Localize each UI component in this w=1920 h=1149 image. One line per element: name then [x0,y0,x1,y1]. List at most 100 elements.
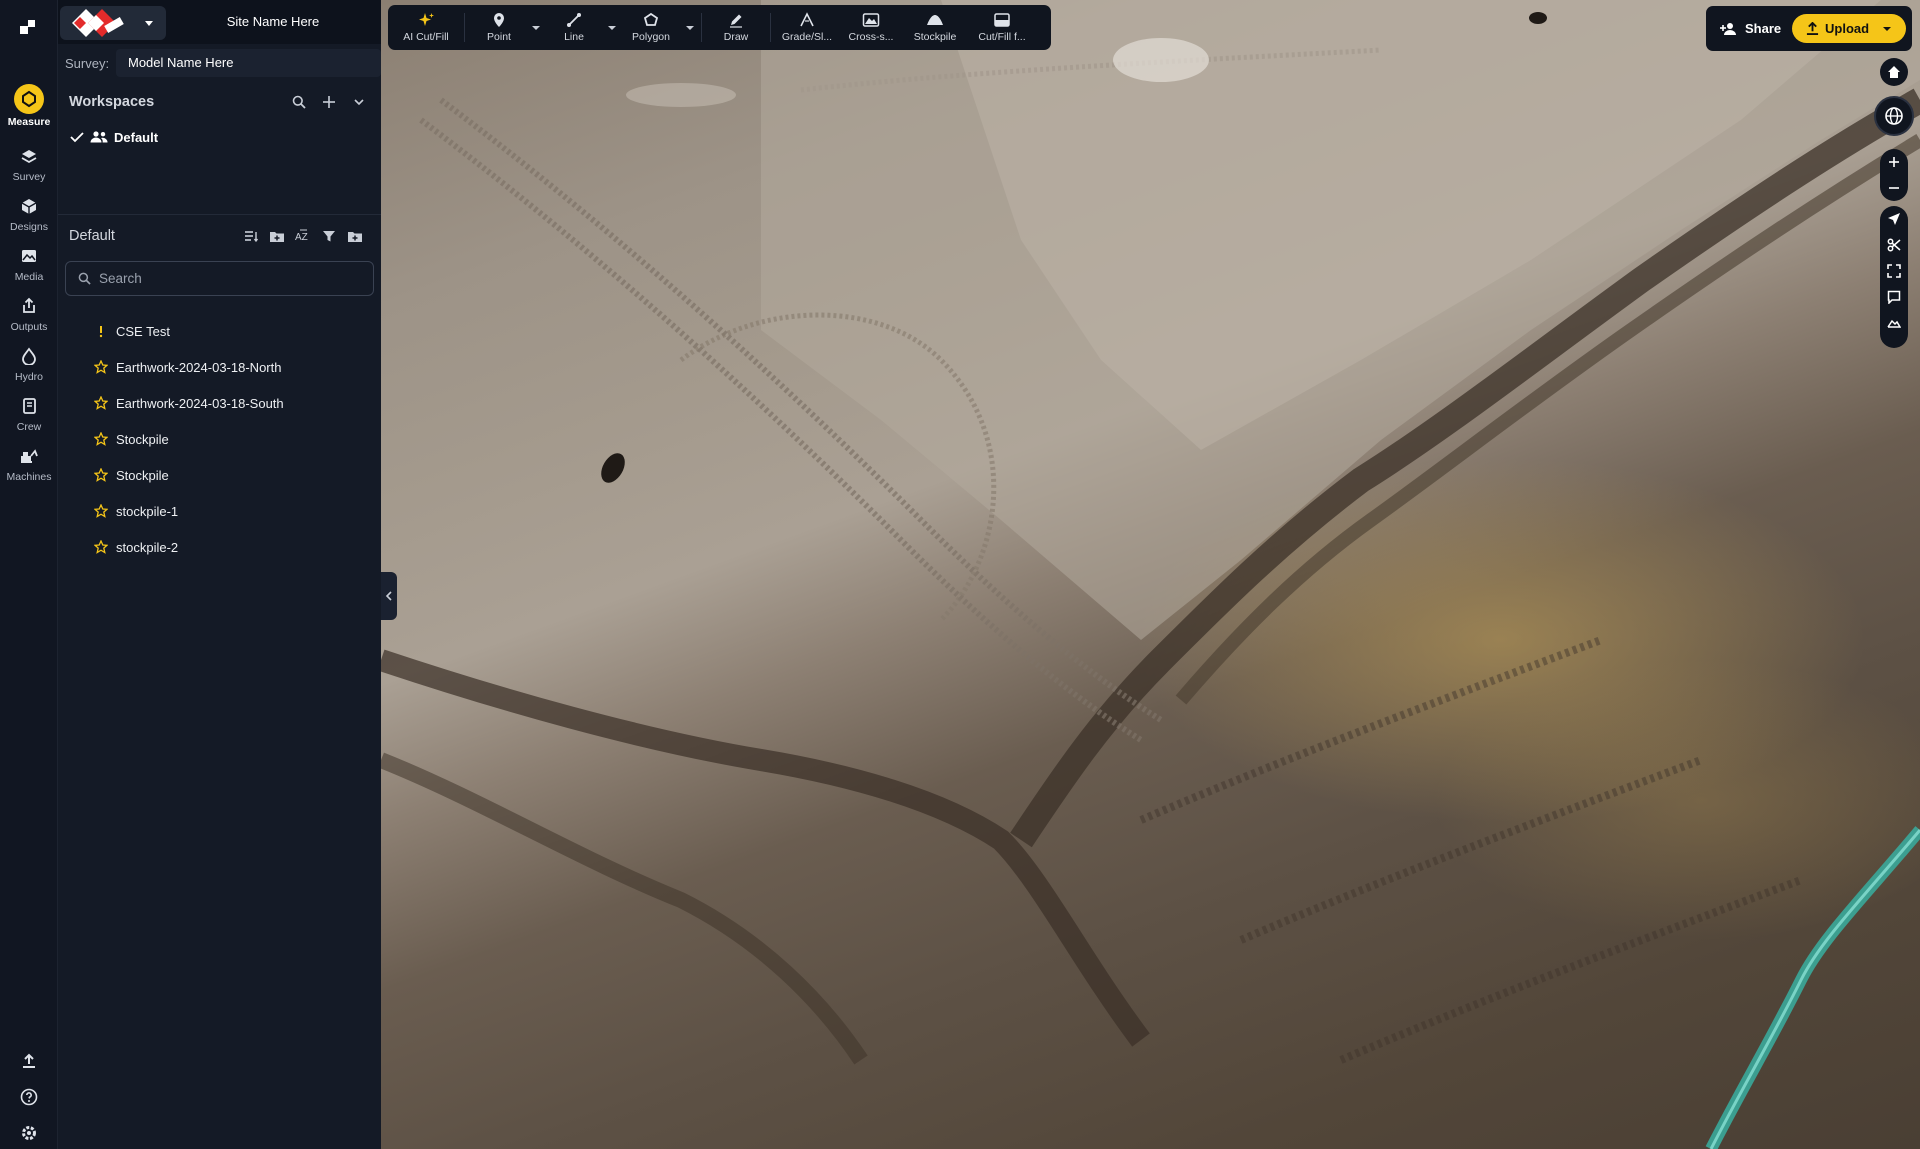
export-icon [17,294,41,318]
fullscreen-button[interactable] [1880,258,1908,284]
tool-draw[interactable]: Draw [706,5,766,50]
tool-cut-fill[interactable]: Cut/Fill f... [967,5,1037,50]
tool-ai-cut-fill[interactable]: AI Cut/Fill [392,5,460,50]
workspaces-header: Workspaces [58,92,381,116]
tool-cross-section[interactable]: Cross-s... [839,5,903,50]
star-icon [94,360,108,374]
rail-label: Outputs [10,321,48,333]
share-button[interactable]: Share [1720,21,1781,36]
upload-button[interactable]: Upload [1792,14,1906,43]
upload-icon [23,1053,35,1068]
layer-item[interactable]: stockpile-2 [58,529,381,565]
rail-item-media[interactable]: Media [0,244,58,290]
star-icon [94,504,108,518]
tool-label: Cut/Fill f... [978,31,1026,43]
check-icon [70,132,84,143]
star-icon [94,432,108,446]
rail-item-hydro[interactable]: Hydro [0,344,58,390]
layer-item-label: CSE Test [116,323,170,339]
comments-button[interactable] [1880,284,1908,310]
sort-alpha-button[interactable]: AZ [295,228,311,244]
polygon-options-dropdown[interactable] [683,5,697,50]
tool-label: AI Cut/Fill [403,31,449,43]
home-view-button[interactable] [1880,58,1908,86]
help-button[interactable] [0,1083,58,1111]
layer-item[interactable]: Earthwork-2024-03-18-North [58,349,381,385]
share-upload-bar: Share Upload [1706,6,1912,51]
rail-label: Designs [10,221,48,233]
rail-item-outputs[interactable]: Outputs [0,294,58,340]
expand-workspaces-button[interactable] [351,94,367,110]
share-label: Share [1745,21,1782,36]
layer-item[interactable]: CSE Test [58,313,381,349]
rail-label: Machines [6,471,52,483]
workspace-default-item[interactable]: Default [70,127,158,147]
tool-polygon[interactable]: Polygon [619,5,683,50]
add-person-icon [1720,22,1736,35]
tool-label: Stockpile [913,31,957,43]
plane-icon [1888,213,1900,225]
zoom-in-button[interactable] [1880,149,1908,175]
line-options-dropdown[interactable] [605,5,619,50]
tool-label: Polygon [632,31,670,43]
layer-group-title: Default [69,228,115,244]
site-switcher-button[interactable] [60,6,166,40]
add-folder-button[interactable] [269,228,285,244]
rail-item-survey[interactable]: Survey [0,144,58,190]
filter-button[interactable] [321,228,337,244]
nav-rail: Measure Survey Designs Media Outputs Hyd… [0,0,58,1149]
layer-item[interactable]: Stockpile [58,457,381,493]
chevron-down-icon [354,99,364,106]
caret-down-icon [1883,26,1892,31]
layer-item[interactable]: Stockpile [58,421,381,457]
app-logo-icon[interactable] [17,16,39,38]
point-options-dropdown[interactable] [529,5,543,50]
search-icon [292,95,306,109]
scissors-icon [1887,238,1901,252]
rail-item-designs[interactable]: Designs [0,194,58,240]
caret-down-icon [686,25,694,30]
tool-point[interactable]: Point [469,5,529,50]
tool-stockpile[interactable]: Stockpile [903,5,967,50]
collapse-panel-button[interactable] [381,572,397,620]
settings-button[interactable] [0,1119,58,1147]
layer-item[interactable]: Earthwork-2024-03-18-South [58,385,381,421]
layer-item-label: Stockpile [116,431,169,447]
layer-item-label: Earthwork-2024-03-18-South [116,395,284,411]
tool-line[interactable]: Line [543,5,605,50]
zoom-out-button[interactable] [1880,175,1908,201]
terrain-view-button[interactable] [1880,310,1908,336]
rail-label: Hydro [14,371,43,383]
site-name[interactable]: Site Name Here [178,0,368,44]
sort-list-button[interactable] [243,228,259,244]
map-viewport[interactable] [381,0,1920,1149]
compass-button[interactable] [1874,96,1914,136]
rail-item-crew[interactable]: Crew [0,394,58,440]
measure-toolbar: AI Cut/Fill Point Line Polygon Draw Grad… [388,5,1051,50]
chevron-down-icon [145,21,153,26]
plus-icon [1889,157,1899,167]
clip-tool-button[interactable] [1880,232,1908,258]
new-layer-folder-button[interactable] [347,228,363,244]
measure-icon [14,84,44,114]
svg-text:AZ: AZ [295,232,308,243]
layers-icon [17,144,41,168]
search-workspaces-button[interactable] [291,94,307,110]
rail-item-measure[interactable]: Measure [0,84,58,134]
panel-divider [58,214,381,215]
pin-icon [490,12,508,28]
tool-grade-slope[interactable]: Grade/Sl... [775,5,839,50]
upload-label: Upload [1825,21,1870,36]
survey-model-select[interactable]: Model Name Here [116,49,381,77]
pen-icon [727,12,745,28]
search-icon [78,272,91,285]
add-workspace-button[interactable] [321,94,337,110]
layer-item[interactable]: stockpile-1 [58,493,381,529]
rail-item-machines[interactable]: Machines [0,444,58,490]
survey-selector: Survey: Model Name Here [58,49,381,77]
comment-icon [1887,290,1901,304]
settings-icon [22,1126,36,1140]
fly-mode-button[interactable] [1880,206,1908,232]
upload-rail-button[interactable] [0,1047,58,1075]
layer-search-input[interactable] [99,271,359,286]
